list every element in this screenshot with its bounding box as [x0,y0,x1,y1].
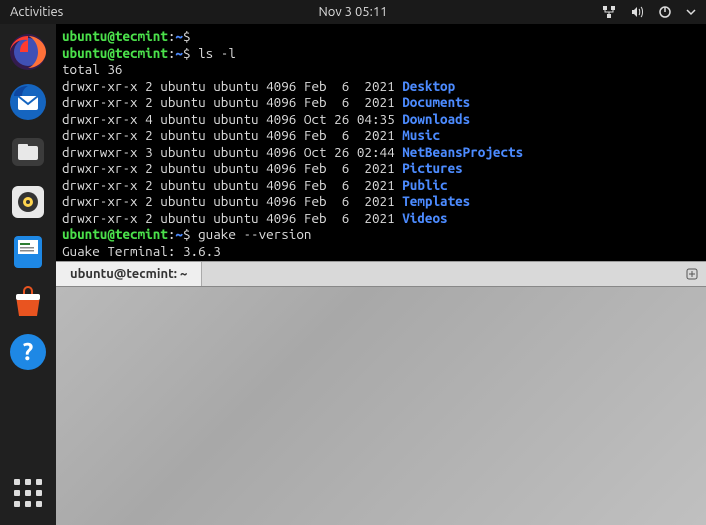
dock-app-rhythmbox[interactable] [6,180,50,224]
show-applications-button[interactable] [6,471,50,515]
terminal-tab[interactable]: ubuntu@tecmint: ~ [56,262,202,286]
dock-app-software[interactable] [6,280,50,324]
terminal-output[interactable]: ubuntu@tecmint:~$ ubuntu@tecmint:~$ ls -… [56,24,706,261]
system-tray[interactable] [602,5,696,19]
network-icon [602,5,616,19]
svg-text:?: ? [23,338,34,365]
dock-app-writer[interactable] [6,230,50,274]
activities-button[interactable]: Activities [10,5,63,19]
power-icon [658,5,672,19]
volume-icon [630,5,644,19]
dock-app-thunderbird[interactable] [6,80,50,124]
terminal-tab-bar: ubuntu@tecmint: ~ [56,261,706,287]
desktop: ubuntu@tecmint:~$ ubuntu@tecmint:~$ ls -… [56,24,706,525]
plus-icon [685,267,699,281]
clock[interactable]: Nov 3 05:11 [318,5,387,19]
chevron-down-icon [686,7,696,17]
dock: ? [0,24,56,525]
top-bar: Activities Nov 3 05:11 [0,0,706,24]
guake-terminal-window: ubuntu@tecmint:~$ ubuntu@tecmint:~$ ls -… [56,24,706,287]
new-tab-button[interactable] [678,262,706,286]
dock-app-firefox[interactable] [6,30,50,74]
dock-app-help[interactable]: ? [6,330,50,374]
dock-app-files[interactable] [6,130,50,174]
